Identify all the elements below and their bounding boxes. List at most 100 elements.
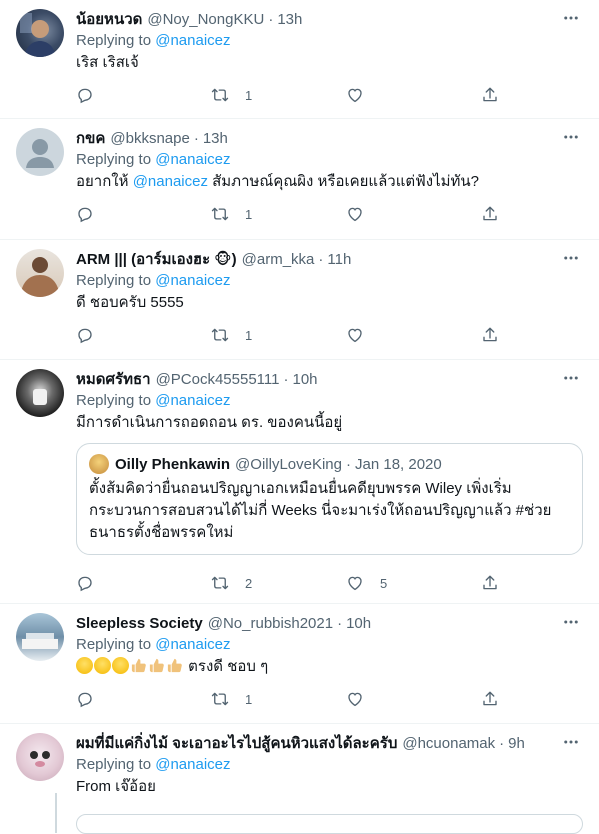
reply-context: Replying to @nanaicez	[76, 391, 583, 411]
mention-link[interactable]: @nanaicez	[133, 173, 208, 190]
tweet[interactable]: น้อยหนวด @Noy_NongKKU · 13h Replying to …	[0, 0, 599, 119]
separator-dot: ·	[283, 370, 289, 388]
like-icon	[346, 326, 364, 344]
like-button[interactable]	[346, 690, 481, 708]
reply-icon	[76, 205, 94, 223]
more-button[interactable]	[561, 8, 581, 28]
media-card[interactable]	[76, 814, 583, 834]
separator-dot: ·	[337, 614, 343, 632]
timestamp[interactable]: 10h	[346, 615, 371, 632]
retweet-button[interactable]: 1	[211, 86, 346, 104]
more-button[interactable]	[561, 248, 581, 268]
share-button[interactable]	[481, 326, 499, 344]
tweet-text: มีการดำเนินการถอดถอน ดร. ของคนนี้อยู่	[76, 414, 343, 431]
share-button[interactable]	[481, 690, 499, 708]
more-button[interactable]	[561, 612, 581, 632]
mention-link[interactable]: @nanaicez	[155, 756, 230, 773]
like-button[interactable]: 5	[346, 574, 481, 592]
retweet-button[interactable]: 1	[211, 690, 346, 708]
replying-label: Replying to	[76, 636, 152, 653]
author-name[interactable]: ผมที่มีแค่กิ่งไม้ จะเอาอะไรไปสู้คนหิวแสง…	[76, 731, 397, 755]
reply-button[interactable]	[76, 574, 211, 592]
author-handle[interactable]: @PCock45555111	[156, 371, 280, 388]
more-button[interactable]	[561, 732, 581, 752]
tweet[interactable]: ARM ||| (อาร์มเองฮะ 🐵) @arm_kka · 11h Re…	[0, 240, 599, 360]
like-button[interactable]	[346, 205, 481, 223]
avatar[interactable]	[16, 9, 64, 57]
mention-link[interactable]: @nanaicez	[155, 392, 230, 409]
replying-label: Replying to	[76, 151, 152, 168]
author-name[interactable]: Sleepless Society	[76, 615, 203, 632]
author-name[interactable]: กขค	[76, 126, 105, 150]
tweet[interactable]: หมดศรัทธา @PCock45555111 · 10h Replying …	[0, 360, 599, 604]
reply-icon	[76, 326, 94, 344]
retweet-button[interactable]: 1	[211, 326, 346, 344]
author-name[interactable]: น้อยหนวด	[76, 7, 142, 31]
share-button[interactable]	[481, 205, 499, 223]
timestamp[interactable]: 13h	[203, 130, 228, 147]
quoted-author-handle[interactable]: @OillyLoveKing	[235, 456, 342, 473]
like-icon	[346, 574, 364, 592]
reply-button[interactable]	[76, 205, 211, 223]
quoted-tweet[interactable]: Oilly Phenkawin @OillyLoveKing · Jan 18,…	[76, 443, 583, 555]
avatar[interactable]	[16, 249, 64, 297]
avatar[interactable]	[16, 128, 64, 176]
quoted-author-name[interactable]: Oilly Phenkawin	[115, 456, 230, 473]
tweet[interactable]: ผมที่มีแค่กิ่งไม้ จะเอาอะไรไปสู้คนหิวแสง…	[0, 724, 599, 833]
timestamp[interactable]: 11h	[327, 251, 351, 268]
tweet-text: เริส เริสเจ้	[76, 54, 139, 71]
quoted-date: Jan 18, 2020	[355, 455, 442, 473]
reply-icon	[76, 86, 94, 104]
more-icon	[562, 613, 580, 631]
author-name[interactable]: ARM ||| (อาร์มเองฮะ 🐵)	[76, 247, 237, 271]
more-icon	[562, 249, 580, 267]
author-handle[interactable]: @Noy_NongKKU	[147, 11, 264, 28]
author-handle[interactable]: @bkksnape	[110, 130, 189, 147]
separator-dot: ·	[318, 250, 324, 268]
reply-context: Replying to @nanaicez	[76, 755, 583, 775]
more-button[interactable]	[561, 368, 581, 388]
text-segment: สัมภาษณ์คุณผิง หรือเคยแล้วแต่ฟังไม่ทัน?	[207, 173, 479, 190]
author-handle[interactable]: @No_rubbish2021	[208, 615, 333, 632]
avatar[interactable]	[16, 733, 64, 781]
tweet[interactable]: Sleepless Society @No_rubbish2021 · 10h …	[0, 604, 599, 724]
author-handle[interactable]: @arm_kka	[242, 251, 315, 268]
mention-link[interactable]: @nanaicez	[155, 636, 230, 653]
reply-button[interactable]	[76, 690, 211, 708]
retweet-count: 1	[245, 691, 253, 707]
reply-button[interactable]	[76, 326, 211, 344]
timestamp[interactable]: 10h	[292, 371, 317, 388]
retweet-button[interactable]: 1	[211, 205, 346, 223]
avatar[interactable]	[16, 613, 64, 661]
mention-link[interactable]: @nanaicez	[155, 272, 230, 289]
mention-link[interactable]: @nanaicez	[155, 151, 230, 168]
author-name[interactable]: หมดศรัทธา	[76, 367, 151, 391]
tweet[interactable]: กขค @bkksnape · 13h Replying to @nanaice…	[0, 119, 599, 240]
quoted-text: ตั้งส้มคิดว่ายื่นถอนปริญญาเอกเหมือนยื่นค…	[89, 480, 552, 541]
mention-link[interactable]: @nanaicez	[155, 32, 230, 49]
share-icon	[481, 690, 499, 708]
reply-icon	[76, 690, 94, 708]
tweet-text: ดี ชอบครับ 5555	[76, 294, 184, 311]
reply-button[interactable]	[76, 86, 211, 104]
author-handle[interactable]: @hcuonamak	[402, 735, 495, 752]
like-count: 5	[380, 575, 388, 591]
more-button[interactable]	[561, 127, 581, 147]
tweet-text: From เจ๊อ้อย	[76, 778, 156, 795]
grinning-emoji	[76, 657, 93, 674]
timestamp[interactable]: 13h	[277, 11, 302, 28]
share-button[interactable]	[481, 574, 499, 592]
like-button[interactable]	[346, 86, 481, 104]
retweet-button[interactable]: 2	[211, 574, 346, 592]
separator-dot: ·	[346, 455, 351, 473]
like-icon	[346, 690, 364, 708]
like-button[interactable]	[346, 326, 481, 344]
avatar[interactable]	[16, 369, 64, 417]
timestamp[interactable]: 9h	[508, 735, 525, 752]
share-button[interactable]	[481, 86, 499, 104]
thread-connector	[55, 793, 57, 833]
quoted-avatar[interactable]	[89, 454, 109, 474]
tweet-text: อยากให้ @nanaicez สัมภาษณ์คุณผิง หรือเคย…	[76, 171, 583, 192]
action-bar: 2 5	[76, 561, 583, 605]
like-icon	[346, 86, 364, 104]
